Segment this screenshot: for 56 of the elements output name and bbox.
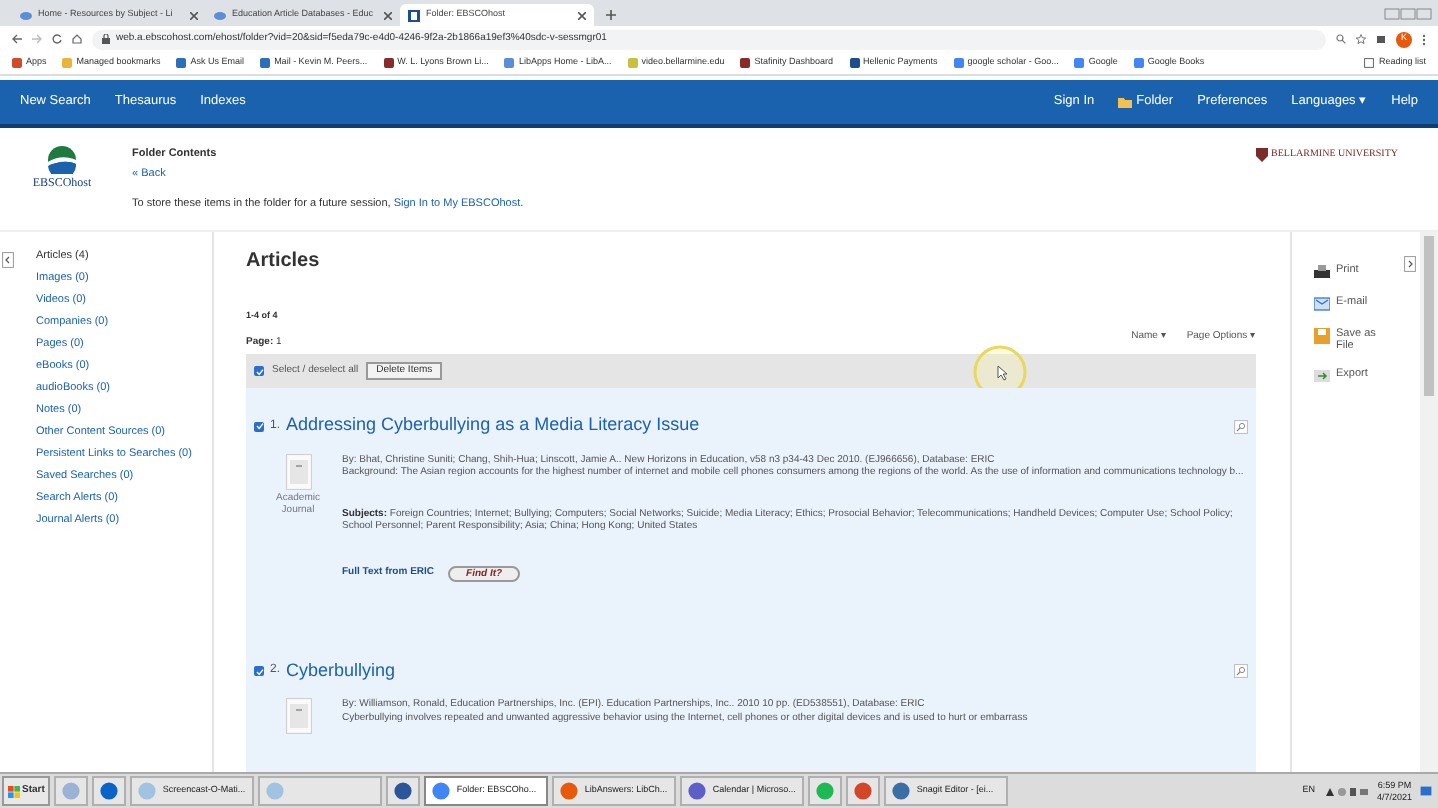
- bookmark-icon: [383, 58, 394, 68]
- close-icon[interactable]: [578, 11, 586, 19]
- journal-icon: [285, 453, 311, 490]
- result-title-link[interactable]: Addressing Cyberbullying as a Media Literacy Issue: [286, 412, 700, 440]
- globe-logo-icon: [48, 146, 76, 174]
- bookmark-icon: [953, 58, 964, 68]
- cloud-icon: [20, 10, 32, 20]
- scrollbar[interactable]: [1420, 232, 1438, 772]
- taskbar-button[interactable]: [846, 776, 881, 806]
- folder-icon: [1118, 96, 1133, 108]
- app-icon: [266, 782, 285, 800]
- cloud-icon: [214, 10, 226, 20]
- notification-icon[interactable]: [1420, 785, 1432, 797]
- bookmark-icon: [176, 58, 187, 68]
- windows-logo-icon: [8, 785, 20, 797]
- reload-icon[interactable]: [52, 34, 62, 44]
- app-icon: [560, 782, 579, 800]
- bookmark-icon: [740, 58, 751, 68]
- collapse-right-icon[interactable]: [1404, 256, 1416, 272]
- back-icon[interactable]: [12, 34, 22, 44]
- taskbar-button[interactable]: [92, 776, 127, 806]
- page-icon: [408, 9, 420, 21]
- printer-icon: [1314, 264, 1330, 280]
- taskbar-button[interactable]: [386, 776, 421, 806]
- collapse-left-icon[interactable]: [2, 252, 14, 268]
- new-tab-icon[interactable]: [606, 10, 616, 20]
- checkbox[interactable]: [254, 421, 264, 431]
- bookmark-icon: [12, 58, 22, 68]
- checkbox[interactable]: [254, 366, 264, 377]
- close-icon[interactable]: [190, 11, 198, 19]
- check-icon: [255, 422, 263, 430]
- bookmark-icon: [849, 58, 860, 68]
- lock-icon: [102, 34, 110, 44]
- envelope-icon: [1314, 296, 1330, 312]
- crest-icon: [1255, 148, 1268, 163]
- preview-magnifier-icon[interactable]: [1234, 419, 1248, 433]
- home-icon[interactable]: [72, 34, 82, 44]
- bookmark-icon: [1133, 58, 1144, 68]
- close-icon[interactable]: [384, 11, 392, 19]
- preview-magnifier-icon[interactable]: [1234, 664, 1248, 678]
- checkbox[interactable]: [254, 666, 264, 676]
- export-arrow-icon: [1314, 368, 1330, 384]
- tray-icon[interactable]: [1324, 785, 1369, 797]
- bookmark-icon: [260, 58, 271, 68]
- section-heading: Articles: [246, 248, 322, 276]
- bookmark-icon: [62, 58, 73, 68]
- search-icon[interactable]: [1336, 34, 1346, 44]
- check-icon: [255, 667, 263, 675]
- journal-icon: [285, 698, 311, 735]
- bookmark-icon: [504, 58, 515, 68]
- app-icon: [688, 782, 707, 800]
- star-icon[interactable]: [1356, 34, 1366, 44]
- check-icon: [255, 367, 263, 376]
- bookmark-icon: [1074, 58, 1085, 68]
- result-title-link[interactable]: Cyberbullying: [286, 657, 396, 685]
- bookmark-icon: [627, 58, 638, 68]
